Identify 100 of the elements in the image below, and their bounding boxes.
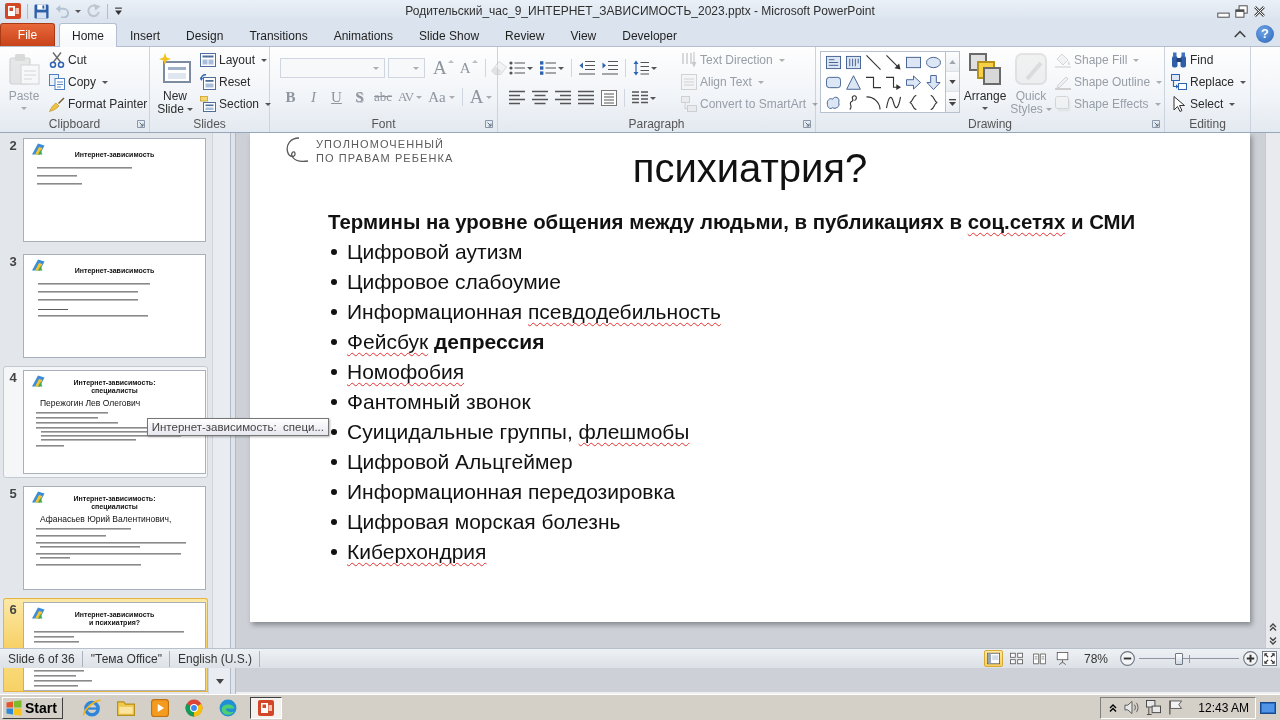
ribbon-tab[interactable]: Developer xyxy=(609,24,690,46)
round-browser-icon[interactable] xyxy=(184,698,203,717)
double-chevron-down-icon[interactable] xyxy=(1269,637,1277,645)
caret-icon[interactable] xyxy=(75,9,81,13)
show-desktop-icon[interactable] xyxy=(1260,699,1276,716)
ribbon-tab[interactable]: Animations xyxy=(320,24,406,46)
vertical-scrollbar[interactable] xyxy=(1265,133,1280,648)
curve-icon[interactable] xyxy=(885,94,901,110)
app-logo-icon[interactable] xyxy=(5,3,21,19)
binoculars-icon xyxy=(1171,52,1187,68)
dialog-launcher-icon[interactable] xyxy=(137,120,145,128)
file-tab[interactable]: File xyxy=(0,23,55,46)
distributed-button[interactable] xyxy=(598,87,620,109)
double-chevron-up-icon[interactable] xyxy=(1269,623,1277,631)
arc-icon[interactable] xyxy=(865,94,881,110)
copy-button[interactable]: Copy xyxy=(47,71,150,93)
close-icon[interactable] xyxy=(1253,4,1266,18)
caret-up-icon xyxy=(471,60,478,63)
open-book-icon xyxy=(1032,652,1046,665)
layout-button[interactable]: Layout xyxy=(198,49,274,71)
flag-icon[interactable] xyxy=(1168,700,1184,715)
arrow-line-icon[interactable] xyxy=(885,54,901,70)
freeform-icon[interactable] xyxy=(825,94,841,110)
chevron-up-icon[interactable] xyxy=(1234,30,1246,38)
section-button[interactable]: Section xyxy=(198,93,274,115)
bullet-text: Цифровая морская болезнь xyxy=(347,509,621,535)
text-box-icon[interactable] xyxy=(825,54,841,70)
bullet-text: Фантомный звонок xyxy=(347,389,531,415)
rounded-rectangle-icon[interactable] xyxy=(825,74,841,90)
new-slide-button[interactable]: New Slide xyxy=(154,49,196,116)
network-icon[interactable] xyxy=(1146,700,1162,715)
zoom-out-icon[interactable] xyxy=(1120,651,1135,666)
slider-thumb[interactable] xyxy=(1175,652,1183,665)
line-icon[interactable] xyxy=(865,54,881,70)
paintbrush-icon xyxy=(49,96,65,112)
dialog-launcher-icon[interactable] xyxy=(803,120,811,128)
caret-icon xyxy=(448,95,455,99)
gallery-more-button[interactable] xyxy=(946,92,959,112)
vertical-text-box-icon[interactable] xyxy=(845,54,861,70)
dialog-launcher-icon[interactable] xyxy=(485,120,493,128)
clock[interactable]: 12:43 AM xyxy=(1198,700,1249,715)
fit-to-window-icon[interactable] xyxy=(1262,651,1277,666)
restore-icon[interactable] xyxy=(1235,4,1248,18)
caret-icon xyxy=(186,108,193,112)
indent-arrow-icon xyxy=(602,60,618,76)
four-slides-icon xyxy=(1009,652,1023,665)
caret-icon xyxy=(651,66,657,70)
select-button[interactable]: Select xyxy=(1169,93,1249,115)
smartart-icon xyxy=(681,96,697,112)
speaker-icon[interactable] xyxy=(1124,700,1140,715)
theme-name: "Тема Office" xyxy=(90,651,162,666)
customize-menu-icon[interactable] xyxy=(114,6,123,16)
reset-button[interactable]: Reset xyxy=(198,71,274,93)
ribbon-tab[interactable]: Review xyxy=(492,24,558,46)
ribbon-tab[interactable]: Home xyxy=(59,23,117,47)
logo-icon xyxy=(30,259,46,271)
text-direction-icon xyxy=(681,52,697,68)
elbow-connector-icon[interactable] xyxy=(865,74,881,90)
slide-title: психиатрия? xyxy=(632,145,868,192)
bullet-text: Цифровой аутизм xyxy=(347,239,523,265)
caret-icon xyxy=(261,58,268,62)
elbow-arrow-icon[interactable] xyxy=(885,74,901,90)
taskbar-button[interactable] xyxy=(249,696,282,719)
dialog-launcher-icon[interactable] xyxy=(1152,120,1160,128)
tooltip: Интернет-зависимость: специ... xyxy=(146,418,329,436)
gallery-down-button[interactable] xyxy=(946,72,959,92)
start-button[interactable]: Start xyxy=(2,696,63,719)
scroll-down-button[interactable] xyxy=(208,668,230,694)
arrange-button[interactable]: Arrange xyxy=(961,49,1009,110)
cut-button[interactable]: Cut xyxy=(47,49,150,71)
normal-view-button[interactable] xyxy=(983,650,1003,667)
ribbon-tab[interactable]: Slide Show xyxy=(406,24,493,46)
zoom-percentage[interactable]: 78% xyxy=(1083,651,1108,666)
paint-bucket-icon xyxy=(1055,52,1071,68)
play-tile-icon[interactable] xyxy=(150,698,169,717)
format-painter-button[interactable]: Format Painter xyxy=(47,93,150,115)
replace-icon xyxy=(1171,74,1187,90)
oval-icon[interactable] xyxy=(925,54,941,70)
ribbon-tab[interactable]: View xyxy=(557,24,610,46)
bullet-icon xyxy=(331,249,337,255)
shapes-gallery[interactable] xyxy=(820,51,960,113)
chevron-up-icon[interactable] xyxy=(1109,703,1118,712)
normal-view-icon xyxy=(986,652,1000,665)
replace-button[interactable]: Replace xyxy=(1169,71,1249,93)
group-label: Font xyxy=(371,117,396,131)
ribbon-tab[interactable]: Design xyxy=(173,24,237,46)
ribbon-tab[interactable]: Transitions xyxy=(236,24,321,46)
logo-icon xyxy=(30,491,46,503)
language-indicator[interactable]: English (U.S.) xyxy=(177,651,252,666)
ribbon-tab[interactable]: Insert xyxy=(117,24,174,46)
find-button[interactable]: Find xyxy=(1169,49,1249,71)
caret-icon xyxy=(486,95,493,99)
zoom-in-icon[interactable] xyxy=(1243,651,1258,666)
caret-icon xyxy=(757,80,764,84)
projector-screen-icon xyxy=(1055,652,1069,665)
down-arrow-icon[interactable] xyxy=(925,74,941,90)
rectangle-icon[interactable] xyxy=(905,54,921,70)
right-arrow-icon[interactable] xyxy=(905,74,921,90)
triangle-icon[interactable] xyxy=(845,74,861,90)
triangle-down-icon xyxy=(949,79,956,84)
